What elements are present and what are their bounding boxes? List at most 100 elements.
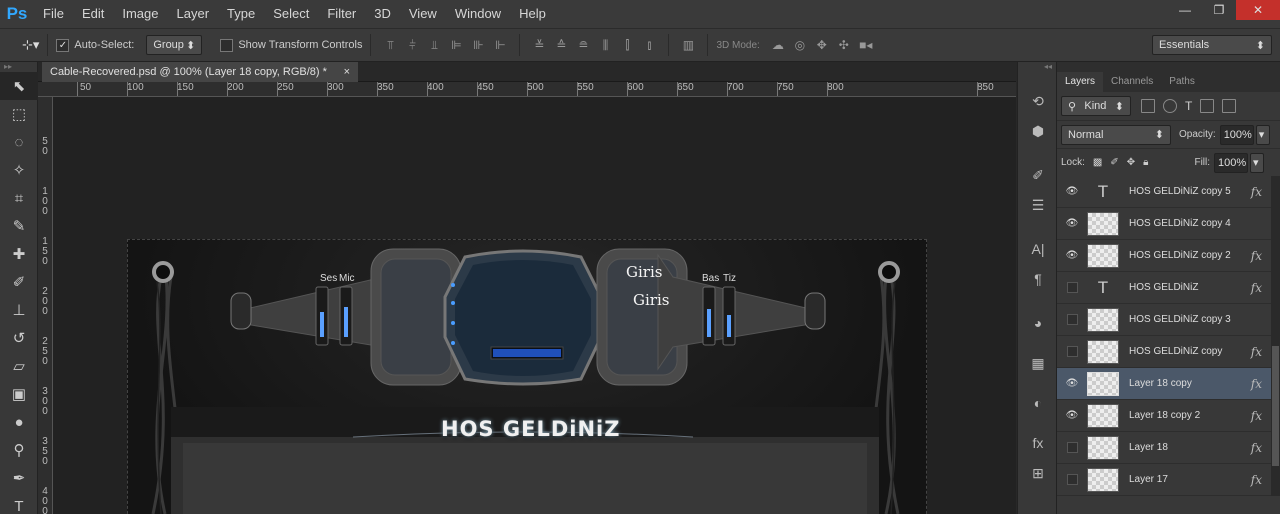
scrollbar-thumb[interactable]	[1272, 346, 1279, 466]
fx-icon[interactable]: fx	[1251, 441, 1262, 455]
opacity-dropdown-icon[interactable]: ▾	[1255, 124, 1270, 145]
eye-icon[interactable]: 👁︎	[1057, 378, 1087, 389]
menu-filter[interactable]: Filter	[318, 0, 365, 28]
opacity-input[interactable]: 100%	[1219, 124, 1254, 145]
close-button[interactable]: ✕	[1236, 0, 1280, 20]
align-right-icon[interactable]: ⊩	[492, 38, 508, 52]
visibility-toggle[interactable]	[1057, 314, 1087, 325]
layer-row[interactable]: 👁︎ T HOS GELDiNiZ copy 5 fx	[1057, 176, 1280, 208]
menu-type[interactable]: Type	[218, 0, 264, 28]
layer-row[interactable]: 👁︎ HOS GELDiNiZ copy 2 fx	[1057, 240, 1280, 272]
filter-adjustment-icon[interactable]	[1163, 99, 1177, 113]
fx-icon[interactable]: fx	[1251, 409, 1262, 423]
layer-row[interactable]: Layer 17 fx	[1057, 464, 1280, 496]
layer-row[interactable]: Layer 18 fx	[1057, 432, 1280, 464]
eye-icon[interactable]: 👁︎	[1057, 218, 1087, 229]
distribute-vcenter-icon[interactable]: ≙	[553, 38, 569, 52]
3d-pan-icon[interactable]: ✥	[814, 38, 830, 52]
distribute-bottom-icon[interactable]: ≘	[575, 38, 591, 52]
menu-window[interactable]: Window	[446, 0, 510, 28]
layer-row-selected[interactable]: 👁︎ Layer 18 copy fx	[1057, 368, 1280, 400]
blur-tool-icon[interactable]: ●	[0, 408, 38, 436]
lock-all-icon[interactable]: 🔒︎	[1143, 157, 1148, 168]
layer-row[interactable]: 👁︎ Layer 18 copy 2 fx	[1057, 400, 1280, 432]
fx-icon[interactable]: fx	[1251, 345, 1262, 359]
3d-roll-icon[interactable]: ◎	[792, 38, 808, 52]
align-hcenter-icon[interactable]: ⊪	[470, 38, 486, 52]
history-brush-icon[interactable]: ↺	[0, 324, 38, 352]
menu-help[interactable]: Help	[510, 0, 555, 28]
align-left-icon[interactable]: ⊫	[448, 38, 464, 52]
lock-image-icon[interactable]: ✐	[1110, 157, 1118, 168]
distribute-right-icon[interactable]: ⫾	[641, 38, 657, 52]
menu-image[interactable]: Image	[113, 0, 167, 28]
fill-input[interactable]: 100%	[1214, 152, 1249, 173]
menu-file[interactable]: File	[34, 0, 73, 28]
collapse-arrows-icon[interactable]: ▸▸	[0, 62, 37, 72]
gradient-tool-icon[interactable]: ▣	[0, 380, 38, 408]
menu-edit[interactable]: Edit	[73, 0, 113, 28]
dodge-tool-icon[interactable]: ⚲	[0, 436, 38, 464]
3d-orbit-icon[interactable]: ☁	[770, 38, 786, 52]
brush-panel-icon[interactable]: ✐	[1018, 160, 1058, 190]
brush-tool-icon[interactable]: ✐	[0, 268, 38, 296]
minimize-button[interactable]: —	[1168, 0, 1202, 20]
ruler-top[interactable]: 50 100 150 200 250 300 350 400 450 500 5…	[38, 82, 1016, 97]
menu-3d[interactable]: 3D	[365, 0, 400, 28]
layer-row[interactable]: HOS GELDiNiZ copy 3	[1057, 304, 1280, 336]
ruler-left[interactable]: 5 0 1 0 0 1 5 0 2 0 0 2 5 0 3 0 0 3 5 0 …	[38, 97, 53, 514]
menu-layer[interactable]: Layer	[168, 0, 219, 28]
visibility-toggle[interactable]	[1057, 474, 1087, 485]
close-tab-icon[interactable]: ×	[344, 62, 350, 82]
eye-icon[interactable]: 👁︎	[1057, 250, 1087, 261]
3d-panel-icon[interactable]: ⬢	[1018, 116, 1058, 146]
color-panel-icon[interactable]: ◕	[1018, 308, 1058, 338]
align-bottom-icon[interactable]: ⫫	[426, 38, 442, 52]
fx-icon[interactable]: fx	[1251, 377, 1262, 391]
align-vcenter-icon[interactable]: ⫩	[404, 38, 420, 52]
paragraph-panel-icon[interactable]: ¶	[1018, 264, 1058, 294]
fx-icon[interactable]: fx	[1251, 185, 1262, 199]
tab-channels[interactable]: Channels	[1103, 72, 1161, 92]
eyedropper-icon[interactable]: ✎	[0, 212, 38, 240]
align-top-icon[interactable]: ⫪	[382, 38, 398, 52]
menu-view[interactable]: View	[400, 0, 446, 28]
layer-row[interactable]: 👁︎ HOS GELDiNiZ copy 4	[1057, 208, 1280, 240]
menu-select[interactable]: Select	[264, 0, 318, 28]
eraser-tool-icon[interactable]: ▱	[0, 352, 38, 380]
swatches-panel-icon[interactable]: ▦	[1018, 348, 1058, 378]
character-panel-icon[interactable]: A|	[1018, 234, 1058, 264]
visibility-toggle[interactable]	[1057, 442, 1087, 453]
auto-select-checkbox[interactable]: ✓	[56, 38, 70, 52]
clone-stamp-icon[interactable]: ⊥	[0, 296, 38, 324]
visibility-toggle[interactable]	[1057, 346, 1087, 357]
collapse-arrows-icon[interactable]: ◂◂	[1018, 62, 1056, 72]
tab-paths[interactable]: Paths	[1161, 72, 1203, 92]
move-tool-icon[interactable]: ⊹▾	[22, 37, 39, 53]
canvas-area[interactable]: Ses Mic Bas Tiz Giris Giris HOS GELDiNiZ	[53, 97, 1016, 514]
history-panel-icon[interactable]: ⟲	[1018, 86, 1058, 116]
lock-transparent-icon[interactable]: ▩	[1093, 157, 1102, 168]
magic-wand-icon[interactable]: ✧	[0, 156, 38, 184]
styles-panel-icon[interactable]: fx	[1018, 428, 1058, 458]
workspace-dropdown[interactable]: Essentials ⬍	[1152, 35, 1272, 55]
healing-brush-icon[interactable]: ✚	[0, 240, 38, 268]
pen-tool-icon[interactable]: ✒	[0, 464, 38, 492]
auto-align-icon[interactable]: ▥	[680, 38, 696, 52]
3d-slide-icon[interactable]: ✣	[836, 38, 852, 52]
layer-row[interactable]: HOS GELDiNiZ copy fx	[1057, 336, 1280, 368]
3d-scale-icon[interactable]: ■◂	[858, 38, 874, 52]
filter-type-icon[interactable]: T	[1185, 99, 1192, 113]
adjust-circle-icon[interactable]: ◐	[1018, 388, 1058, 418]
fx-icon[interactable]: fx	[1251, 281, 1262, 295]
visibility-toggle[interactable]	[1057, 282, 1087, 293]
tab-layers[interactable]: Layers	[1057, 72, 1104, 92]
filter-shape-icon[interactable]	[1200, 99, 1215, 113]
adjustments-panel-icon[interactable]: ☰	[1018, 190, 1058, 220]
document-tab[interactable]: Cable-Recovered.psd @ 100% (Layer 18 cop…	[42, 62, 358, 82]
lasso-tool-icon[interactable]: ◌	[0, 128, 38, 156]
blend-mode-dropdown[interactable]: Normal ⬍	[1061, 124, 1171, 145]
lock-position-icon[interactable]: ✥	[1127, 157, 1135, 168]
transform-controls-checkbox[interactable]	[220, 38, 234, 52]
eye-icon[interactable]: 👁︎	[1057, 186, 1087, 197]
